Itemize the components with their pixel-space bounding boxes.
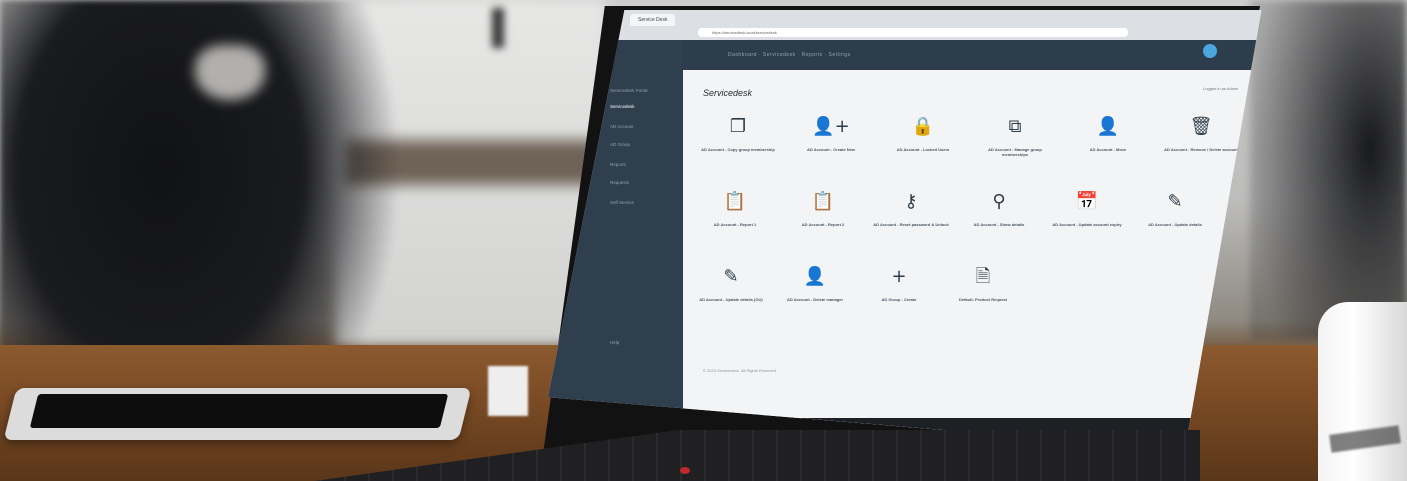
add-user-icon: 👤+ (812, 116, 850, 137)
tile-locked-users[interactable]: 🔒 AD Account - Locked Users (883, 115, 963, 175)
person-collar (195, 45, 265, 100)
tile-move[interactable]: 👤 AD Account - Move (1068, 115, 1148, 175)
browser-bar: Service Desk https://servicedesk.local/s… (548, 10, 1262, 40)
copy-icon: ❐ (729, 116, 747, 137)
tile-label: AD Account - Locked Users (896, 147, 950, 152)
tile-label: AD Group - Create (881, 297, 917, 302)
sidebar-item-requests[interactable]: Requests (610, 180, 629, 185)
sidebar-item-self-service[interactable]: Self Service (610, 200, 634, 205)
person-right (1250, 0, 1407, 340)
sidebar-item-reports[interactable]: Reports (610, 162, 626, 167)
tile-label: AD Account - Report 1 (713, 222, 757, 227)
tile-product-request[interactable]: 🗎 Default: Product Request (943, 265, 1023, 325)
tile-label: AD Account - Move (1089, 147, 1127, 152)
copyright: © 2023 Servicedesk. All Rights Reserved. (703, 368, 778, 373)
sidebar-item-portal[interactable]: Servicedesk Portal (610, 88, 648, 93)
trash-icon: 🗑 (1189, 116, 1213, 137)
trackpoint (680, 467, 690, 474)
hierarchy-icon: ⧉ (1008, 116, 1022, 137)
sidebar-item-ad-account[interactable]: AD Account (610, 124, 634, 129)
sidebar-item-help[interactable]: Help (610, 340, 619, 345)
tile-label: AD Account - Copy group membership (701, 147, 775, 152)
tile-label: AD Account - Create New (806, 147, 856, 152)
tile-label: AD Account - Report 2 (801, 222, 845, 227)
address-bar[interactable]: https://servicedesk.local/servicedesk (698, 28, 1128, 37)
tablet-screen (29, 394, 449, 428)
report-user-icon: 📋 (811, 191, 835, 212)
tile-label: AD Account - Update details (OU) (699, 297, 763, 302)
logged-in-user: Logged in as Admin (1203, 86, 1239, 91)
avatar[interactable] (1203, 44, 1217, 58)
tile-label: AD Account - Reset password & Unlock (873, 222, 949, 227)
main-content: Servicedesk Logged in as Admin ❐ AD Acco… (683, 70, 1262, 450)
tile-label: AD Account - Update account expiry (1052, 222, 1122, 227)
coffee-mug (1318, 302, 1407, 481)
tile-label: Default: Product Request (958, 297, 1007, 302)
tile-remove-account[interactable]: 🗑 AD Account - Remove / Delete account (1161, 115, 1241, 175)
browser-tab[interactable]: Service Desk (630, 14, 676, 26)
user-remove-icon: 👤 (803, 266, 827, 287)
tile-report-1[interactable]: 📋 AD Account - Report 1 (695, 190, 775, 250)
sidebar-item-ad-group[interactable]: AD Group (610, 142, 630, 147)
key-icon: ⚷ (904, 191, 918, 212)
document-icon: 🗎 (975, 266, 991, 287)
sidebar-item-servicedesk[interactable]: Servicedesk (610, 104, 635, 109)
pencil-icon: ✎ (723, 266, 739, 287)
calendar-icon: 📅 (1075, 191, 1099, 212)
tile-group-create[interactable]: + AD Group - Create (859, 265, 939, 325)
nav-links[interactable]: Dashboard · Servicedesk · Reports · Sett… (728, 52, 851, 58)
tile-create-new[interactable]: 👤+ AD Account - Create New (791, 115, 871, 175)
top-nav: Dashboard · Servicedesk · Reports · Sett… (608, 40, 1262, 70)
tile-update-details[interactable]: ✎ AD Account - Update details (1135, 190, 1215, 250)
tile-delete-manager[interactable]: 👤 AD Account - Delete manager (775, 265, 855, 325)
user-icon: 👤 (1096, 116, 1120, 137)
search-icon: ⚲ (992, 191, 1006, 212)
tile-account-expiry[interactable]: 📅 AD Account - Update account expiry (1047, 190, 1127, 250)
tile-label: AD Account - Update details (1148, 222, 1202, 227)
tile-label: AD Account - Manage group memberships (988, 147, 1042, 157)
tile-show-details[interactable]: ⚲ AD Account - Show details (959, 190, 1039, 250)
tile-label: AD Account - Remove / Delete account (1164, 147, 1238, 152)
tile-reset-password[interactable]: ⚷ AD Account - Reset password & Unlock (871, 190, 951, 250)
report-user-icon: 📋 (723, 191, 747, 212)
pencil-icon: ✎ (1167, 191, 1183, 212)
tile-update-details-ou[interactable]: ✎ AD Account - Update details (OU) (691, 265, 771, 325)
plus-icon: + (891, 266, 907, 287)
locked-user-icon: 🔒 (911, 116, 935, 137)
laptop-screen: Service Desk https://servicedesk.local/s… (548, 10, 1262, 450)
tile-label: AD Account - Delete manager (786, 297, 844, 302)
tile-manage-group-memberships[interactable]: ⧉ AD Account - Manage group memberships (975, 115, 1055, 175)
window-post (492, 8, 504, 48)
tile-label: AD Account - Show details (973, 222, 1025, 227)
tile-copy-group-membership[interactable]: ❐ AD Account - Copy group membership (698, 115, 778, 175)
page-title: Servicedesk (703, 88, 753, 98)
paper-sheet (488, 366, 528, 416)
tile-report-2[interactable]: 📋 AD Account - Report 2 (783, 190, 863, 250)
